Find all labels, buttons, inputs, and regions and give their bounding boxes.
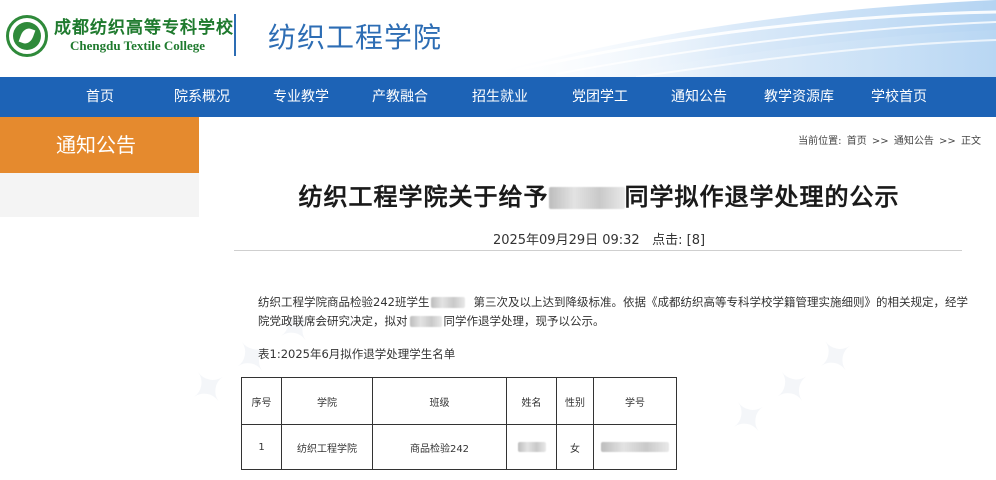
breadcrumb-prefix: 当前位置:	[798, 136, 842, 147]
nav-item-industry[interactable]: 产教融合	[372, 77, 428, 117]
article-paragraph-line2: 院党政联席会研究决定，拟对 同学作退学处理，现予以公示。	[258, 312, 970, 331]
college-logo[interactable]: 成都纺织高等专科学校 Chengdu Textile College	[6, 12, 234, 60]
redacted-student-id	[601, 441, 669, 452]
sidebar: 通知公告	[0, 117, 199, 217]
article-title-part1: 纺织工程学院关于给予	[298, 183, 549, 211]
breadcrumb-current: 正文	[961, 136, 981, 147]
table-cell: 1	[241, 424, 282, 470]
nav-item-party[interactable]: 党团学工	[572, 77, 628, 117]
article-meta: 2025年09月29日 09:32 点击: [8]	[234, 229, 964, 248]
main-nav: 首页 院系概况 专业教学 产教融合 招生就业 党团学工 通知公告 教学资源库 学…	[0, 77, 996, 117]
logo-chinese-name: 成都纺织高等专科学校	[54, 18, 234, 38]
nav-item-admissions[interactable]: 招生就业	[472, 77, 528, 117]
redacted-student-name	[409, 316, 442, 327]
header-divider	[234, 14, 236, 56]
site-header: 成都纺织高等专科学校 Chengdu Textile College 纺织工程学…	[0, 0, 996, 77]
breadcrumb-home[interactable]: 首页	[847, 136, 867, 147]
article-paragraph: 纺织工程学院商品检验242班学生 第三次及以上达到降级标准。依据《成都纺织高等专科…	[258, 293, 970, 312]
table-cell: 女	[556, 424, 594, 470]
breadcrumb: 当前位置: 首页 >> 通知公告 >> 正文	[797, 132, 982, 147]
table-caption: 表1:2025年6月拟作退学处理学生名单	[258, 347, 456, 361]
nav-item-home[interactable]: 首页	[86, 77, 114, 117]
nav-item-resources[interactable]: 教学资源库	[764, 77, 834, 117]
table-row: 1 纺织工程学院 商品检验242 女	[241, 424, 677, 470]
redacted-student-name	[431, 297, 466, 308]
click-count-label: 点击:	[652, 233, 683, 248]
nav-item-school-home[interactable]: 学校首页	[871, 77, 927, 117]
click-count: [8]	[686, 233, 706, 248]
header-swoosh-decoration	[476, 0, 996, 77]
nav-item-teaching[interactable]: 专业教学	[273, 77, 329, 117]
breadcrumb-separator: >>	[939, 136, 956, 147]
article-divider	[234, 250, 962, 251]
table-cell	[593, 424, 677, 470]
redacted-name	[548, 187, 625, 209]
table-header: 学号	[593, 377, 677, 425]
breadcrumb-separator: >>	[871, 136, 889, 147]
site-title[interactable]: 纺织工程学院	[268, 16, 442, 56]
table-cell	[506, 424, 557, 470]
logo-english-name: Chengdu Textile College	[70, 38, 206, 53]
breadcrumb-notices[interactable]: 通知公告	[894, 136, 934, 147]
paragraph-text: 第三次及以上达到降级标准。依据《成都纺织高等专科学校学籍管理实施细则》的相关规定…	[473, 295, 968, 309]
paragraph-text: 纺织工程学院商品检验242班学生	[258, 295, 430, 309]
table-cell: 商品检验242	[372, 424, 507, 470]
nav-item-overview[interactable]: 院系概况	[174, 77, 230, 117]
article-title: 纺织工程学院关于给予 同学拟作退学处理的公示	[234, 177, 964, 212]
table-header: 性别	[556, 377, 594, 425]
table-cell: 纺织工程学院	[281, 424, 373, 470]
sidebar-heading[interactable]: 通知公告	[0, 117, 199, 173]
table-header: 姓名	[506, 377, 557, 425]
table-header: 序号	[241, 377, 282, 425]
watermark: ✦ ✦ ✦	[717, 323, 868, 451]
table-header: 班级	[372, 377, 507, 425]
redacted-name	[517, 441, 546, 452]
nav-item-notices[interactable]: 通知公告	[671, 77, 727, 117]
paragraph-text: 同学作退学处理，现予以公示。	[443, 314, 605, 328]
notice-table: 序号 学院 班级 姓名 性别 学号 1 纺织工程学院 商品检验242 女	[241, 377, 677, 470]
article-title-part2: 同学拟作退学处理的公示	[624, 183, 900, 211]
table-header: 学院	[281, 377, 373, 425]
publish-date: 2025年09月29日 09:32	[492, 233, 640, 248]
college-seal-icon	[6, 15, 48, 57]
paragraph-text: 院党政联席会研究决定，拟对	[258, 314, 408, 328]
table-header-row: 序号 学院 班级 姓名 性别 学号	[241, 377, 677, 425]
